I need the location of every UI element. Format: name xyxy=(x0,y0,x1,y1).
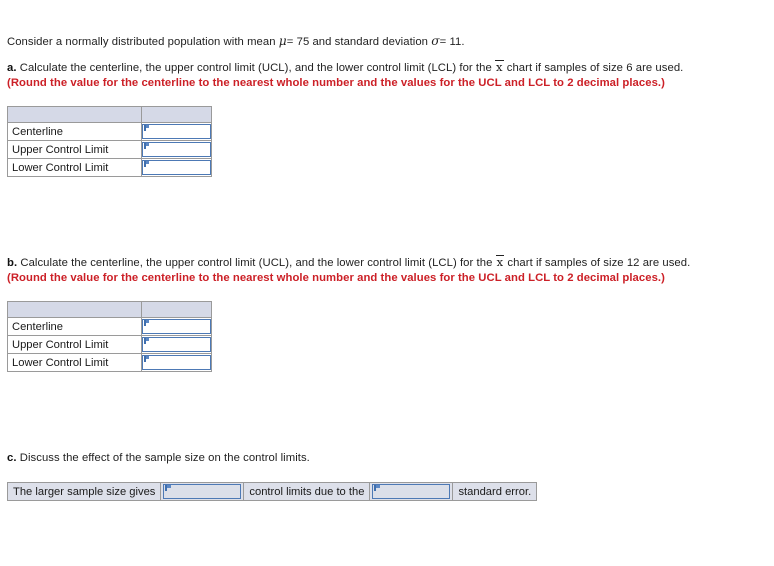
part-a-label: a. xyxy=(7,62,17,74)
part-b-rounding-instruction: (Round the value for the centerline to t… xyxy=(7,271,665,284)
table-header-row xyxy=(7,301,212,318)
part-c-label: c. xyxy=(7,452,17,464)
table-row: Upper Control Limit xyxy=(7,140,212,159)
row-label-ucl: Upper Control Limit xyxy=(7,140,142,159)
part-a-text-1: Calculate the centerline, the upper cont… xyxy=(19,62,492,74)
part-a-prompt: a. Calculate the centerline, the upper c… xyxy=(7,59,707,90)
table-row: Lower Control Limit xyxy=(7,353,212,372)
table-header-label-cell xyxy=(7,301,142,318)
part-b-label: b. xyxy=(7,257,18,269)
part-a-text-2: chart if samples of size 6 are used. xyxy=(506,62,684,74)
centerline-input-b[interactable] xyxy=(142,319,211,334)
sentence-segment-2: control limits due to the xyxy=(244,483,371,500)
ucl-input-b[interactable] xyxy=(142,337,211,352)
text-cursor-icon xyxy=(144,143,150,149)
text-cursor-icon xyxy=(144,320,150,326)
input-cell-centerline[interactable] xyxy=(141,122,212,141)
row-label-lcl: Lower Control Limit xyxy=(7,158,142,177)
dropdown-slot-1[interactable] xyxy=(161,483,245,500)
input-cell-centerline[interactable] xyxy=(141,317,212,336)
lcl-input-a[interactable] xyxy=(142,160,211,175)
part-b-text-2: chart if samples of size 12 are used. xyxy=(507,257,691,269)
table-header-row xyxy=(7,106,212,123)
table-row: Upper Control Limit xyxy=(7,335,212,354)
input-cell-ucl[interactable] xyxy=(141,140,212,159)
text-cursor-icon xyxy=(144,161,150,167)
part-c-sentence-strip: The larger sample size gives control lim… xyxy=(7,482,538,501)
part-c-prompt: c. Discuss the effect of the sample size… xyxy=(7,451,607,466)
x-bar-symbol: x xyxy=(495,254,504,269)
part-b-answer-table: Centerline Upper Control Limit Lower Con… xyxy=(7,301,212,372)
table-header-value-cell xyxy=(141,106,212,123)
problem-intro-text: Consider a normally distributed populati… xyxy=(7,36,276,48)
text-cursor-icon xyxy=(165,485,171,491)
mu-value-text: = 75 and standard deviation xyxy=(286,36,429,48)
worksheet-page: Consider a normally distributed populati… xyxy=(0,0,774,566)
problem-statement: Consider a normally distributed populati… xyxy=(7,34,767,50)
input-cell-lcl[interactable] xyxy=(141,353,212,372)
lcl-input-b[interactable] xyxy=(142,355,211,370)
row-label-centerline: Centerline xyxy=(7,317,142,336)
ucl-input-a[interactable] xyxy=(142,142,211,157)
part-b-text-1: Calculate the centerline, the upper cont… xyxy=(20,257,493,269)
sentence-segment-3: standard error. xyxy=(453,483,537,500)
text-cursor-icon xyxy=(144,338,150,344)
row-label-centerline: Centerline xyxy=(7,122,142,141)
mu-symbol: μ xyxy=(278,34,287,48)
table-row: Centerline xyxy=(7,317,212,336)
text-cursor-icon xyxy=(374,485,380,491)
sentence-dropdown-1[interactable] xyxy=(163,484,242,499)
part-c-text: Discuss the effect of the sample size on… xyxy=(19,452,310,464)
part-b-prompt: b. Calculate the centerline, the upper c… xyxy=(7,254,722,285)
table-header-label-cell xyxy=(7,106,142,123)
input-cell-ucl[interactable] xyxy=(141,335,212,354)
x-bar-symbol: x xyxy=(495,59,504,74)
sigma-value-text: = 11. xyxy=(439,36,465,48)
table-row: Centerline xyxy=(7,122,212,141)
part-a-rounding-instruction: (Round the value for the centerline to t… xyxy=(7,76,665,89)
table-row: Lower Control Limit xyxy=(7,158,212,177)
part-a-answer-table: Centerline Upper Control Limit Lower Con… xyxy=(7,106,212,177)
row-label-ucl: Upper Control Limit xyxy=(7,335,142,354)
text-cursor-icon xyxy=(144,356,150,362)
sigma-symbol: σ xyxy=(431,34,440,48)
dropdown-slot-2[interactable] xyxy=(370,483,454,500)
row-label-lcl: Lower Control Limit xyxy=(7,353,142,372)
table-header-value-cell xyxy=(141,301,212,318)
input-cell-lcl[interactable] xyxy=(141,158,212,177)
centerline-input-a[interactable] xyxy=(142,124,211,139)
sentence-segment-1: The larger sample size gives xyxy=(8,483,162,500)
sentence-dropdown-2[interactable] xyxy=(372,484,451,499)
text-cursor-icon xyxy=(144,125,150,131)
